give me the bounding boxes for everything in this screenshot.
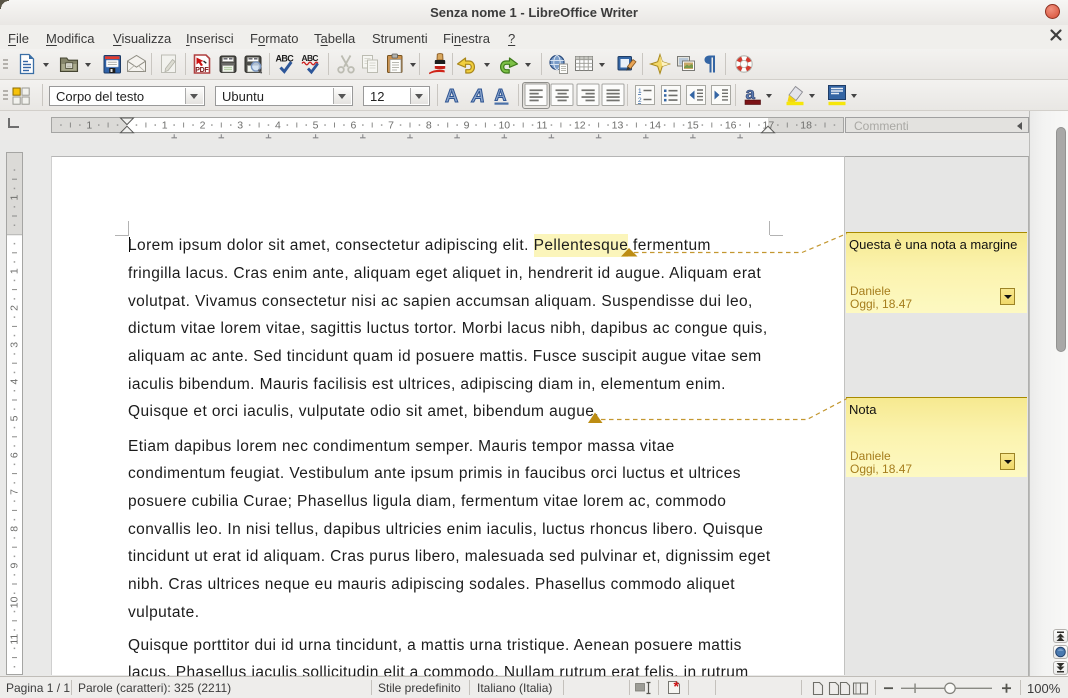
svg-text:2: 2 xyxy=(638,97,642,104)
svg-text:6: 6 xyxy=(350,120,356,132)
svg-text:1: 1 xyxy=(86,120,92,132)
svg-text:1: 1 xyxy=(162,120,168,132)
svg-text:14: 14 xyxy=(649,120,661,132)
svg-text:8: 8 xyxy=(9,526,21,532)
svg-text:5: 5 xyxy=(313,120,319,132)
svg-text:1: 1 xyxy=(638,88,642,95)
svg-text:1: 1 xyxy=(9,195,21,201)
svg-text:7: 7 xyxy=(9,489,21,495)
svg-text:6: 6 xyxy=(9,452,21,458)
svg-text:11: 11 xyxy=(9,634,21,645)
svg-text:15: 15 xyxy=(687,120,699,132)
svg-text:7: 7 xyxy=(388,120,394,132)
svg-text:A: A xyxy=(471,85,485,106)
svg-text:18: 18 xyxy=(800,120,812,132)
svg-text:ABC: ABC xyxy=(276,54,295,64)
svg-text:5: 5 xyxy=(9,415,21,421)
svg-text:9: 9 xyxy=(9,563,21,569)
svg-text:3: 3 xyxy=(237,120,243,132)
svg-text:PDF: PDF xyxy=(195,67,209,74)
svg-text:11: 11 xyxy=(537,120,548,132)
svg-text:3: 3 xyxy=(9,342,21,348)
svg-text:4: 4 xyxy=(275,120,281,132)
svg-text:12: 12 xyxy=(574,120,586,132)
svg-text:1: 1 xyxy=(9,268,21,274)
svg-text:*: * xyxy=(674,680,680,694)
svg-text:8: 8 xyxy=(426,120,432,132)
svg-text:10: 10 xyxy=(9,596,21,608)
svg-text:2: 2 xyxy=(9,305,21,311)
svg-text:16: 16 xyxy=(725,120,737,132)
svg-text:A: A xyxy=(445,85,458,106)
svg-text:9: 9 xyxy=(464,120,470,132)
svg-text:A: A xyxy=(495,87,507,105)
svg-text:10: 10 xyxy=(498,120,510,132)
svg-text:ABC: ABC xyxy=(302,53,319,63)
svg-text:13: 13 xyxy=(612,120,624,132)
svg-text:4: 4 xyxy=(9,379,21,385)
svg-text:2: 2 xyxy=(200,120,206,132)
